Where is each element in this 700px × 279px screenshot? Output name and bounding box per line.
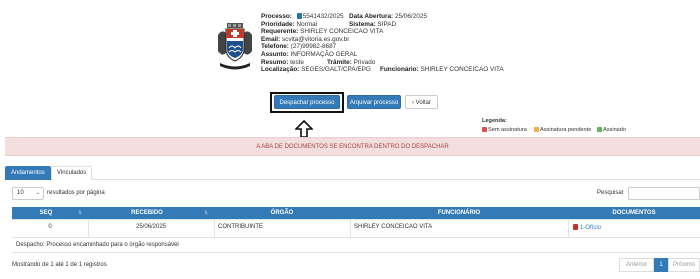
localizacao-value: SEGES/GALT/CPA/EPG [301,66,371,74]
email-value: scvita@vitoria.es.gov.br [281,35,350,43]
resumo-value: teste [290,58,304,66]
row-divider [12,219,700,220]
tab-vinculados[interactable]: Vinculados [51,166,93,180]
th-orgao[interactable]: ÓRGÃO [214,207,350,219]
row-divider [12,237,700,238]
cell-divider [214,219,215,237]
chevron-left-icon: ‹ [411,100,414,106]
page-size-select[interactable]: 10 ⌄ [12,187,44,200]
despachar-processo-button[interactable]: Despachar processo [274,95,340,109]
assunto-row: Assunto: INFORMAÇÃO GERAL [261,51,383,59]
telefone-row: Telefone: (27)99982-8687 [261,43,383,51]
tramite-label: Trâmite: [327,58,352,66]
requerente-label: Requerente: [261,28,299,36]
assunto-value: INFORMAÇÃO GERAL [290,50,358,58]
funcionario-label: Funcionário: [380,66,419,74]
cell-funcionario: SHIRLEY CONCEICAO VITA [354,224,433,230]
legend-item-sem-assinatura: Sem assinatura [482,127,527,133]
process-row: Processo: 5541432/2025 Data Abertura: 25… [261,13,427,21]
funcionario-value: SHIRLEY CONCEICAO VITA [420,66,504,74]
document-icon [296,13,302,19]
telefone-value: (27)99982-8687 [290,43,337,51]
legend-title: Legenda: [482,118,507,124]
pagination-previous[interactable]: Anterior [619,258,654,272]
sistema-label: Sistema: [349,20,376,28]
sort-icon: ⇅ [78,210,83,216]
legend-label: Assinado [603,127,627,133]
assunto-label: Assunto: [261,50,289,58]
processo-label: Processo: [261,13,292,20]
pdf-yellow-icon [534,127,539,132]
data-abertura-value: 25/06/2025 [394,13,427,20]
cell-recebido: 25/06/2025 [135,224,167,230]
email-label: Email: [261,35,281,43]
document-link-label: 1-Ofício [580,225,602,231]
arquivar-processo-button[interactable]: Arquivar processo [347,95,401,109]
localizacao-row: Localização: SEGES/GALT/CPA/EPG Funcioná… [261,66,504,74]
pdf-green-icon [597,127,602,132]
email-row: Email: scvita@vitoria.es.gov.br [261,36,383,44]
resumo-label: Resumo: [261,58,289,66]
cell-orgao: CONTRIBUINTE [218,224,263,230]
cell-divider [568,219,569,237]
sistema-value: SIPAD [377,20,397,28]
prioridade-label: Prioridade: [261,20,295,28]
row-divider [12,252,700,253]
th-funcionario[interactable]: FUNCIONÁRIO [350,207,568,219]
tab-andamentos[interactable]: Andamentos [5,166,51,180]
pagination-next[interactable]: Próximo [668,258,700,272]
page-size-suffix: resultados por página [47,190,105,196]
requerente-value: SHIRLEY CONCEICAO VITA [300,28,384,36]
resumo-row: Resumo: teste Trâmite: Privado [261,59,383,67]
arrow-up-icon [295,120,313,138]
localizacao-label: Localização: [261,66,300,74]
tramite-value: Privado [353,58,376,66]
legend-label: Assinatura pendente [540,127,592,133]
municipal-coat-of-arms-logo [218,23,252,70]
voltar-label: Voltar [415,100,431,106]
data-abertura-label: Data Abertura: [349,13,394,20]
th-recebido[interactable]: RECEBIDO [88,207,206,219]
legend-label: Sem assinatura [488,127,527,133]
tabs-divider [5,179,700,180]
search-label: Pesquisar [597,190,624,196]
pdf-icon [573,224,578,230]
legend-item-assinado: Assinado [597,127,626,133]
legend-item-assinatura-pendente: Assinatura pendente [534,127,591,133]
document-link[interactable]: 1-Ofício [573,224,601,231]
th-documentos[interactable]: DOCUMENTOS [568,207,700,219]
sort-icon: ⇅ [204,210,209,216]
prioridade-value: Normal [296,20,318,28]
th-seq[interactable]: SEQ [12,207,80,219]
cell-divider [350,219,351,237]
voltar-button[interactable]: ‹ Voltar [405,95,438,109]
cell-seq: 0 [48,224,52,230]
telefone-label: Telefone: [261,43,289,51]
process-info-panel: Processo: 5541432/2025 Data Abertura: 25… [261,13,504,74]
documents-alert: A ABA DE DOCUMENTOS SE ENCONTRA DENTRO D… [5,137,700,156]
prioridade-row: Prioridade: Normal Sistema: SIPAD [261,20,396,29]
chevron-down-icon: ⌄ [35,190,40,196]
table-info: Mostrando de 1 até 1 de 1 registros [12,262,107,268]
despacho-note: Despacho: Processo encaminhado para o ór… [16,242,179,248]
pdf-red-icon [482,127,487,132]
requerente-row: Requerente: SHIRLEY CONCEICAO VITA [261,28,383,36]
page-size-value: 10 [17,190,24,196]
search-input[interactable] [628,187,700,200]
pagination-page-1[interactable]: 1 [654,258,668,272]
processo-number: 5541432/2025 [302,13,344,20]
